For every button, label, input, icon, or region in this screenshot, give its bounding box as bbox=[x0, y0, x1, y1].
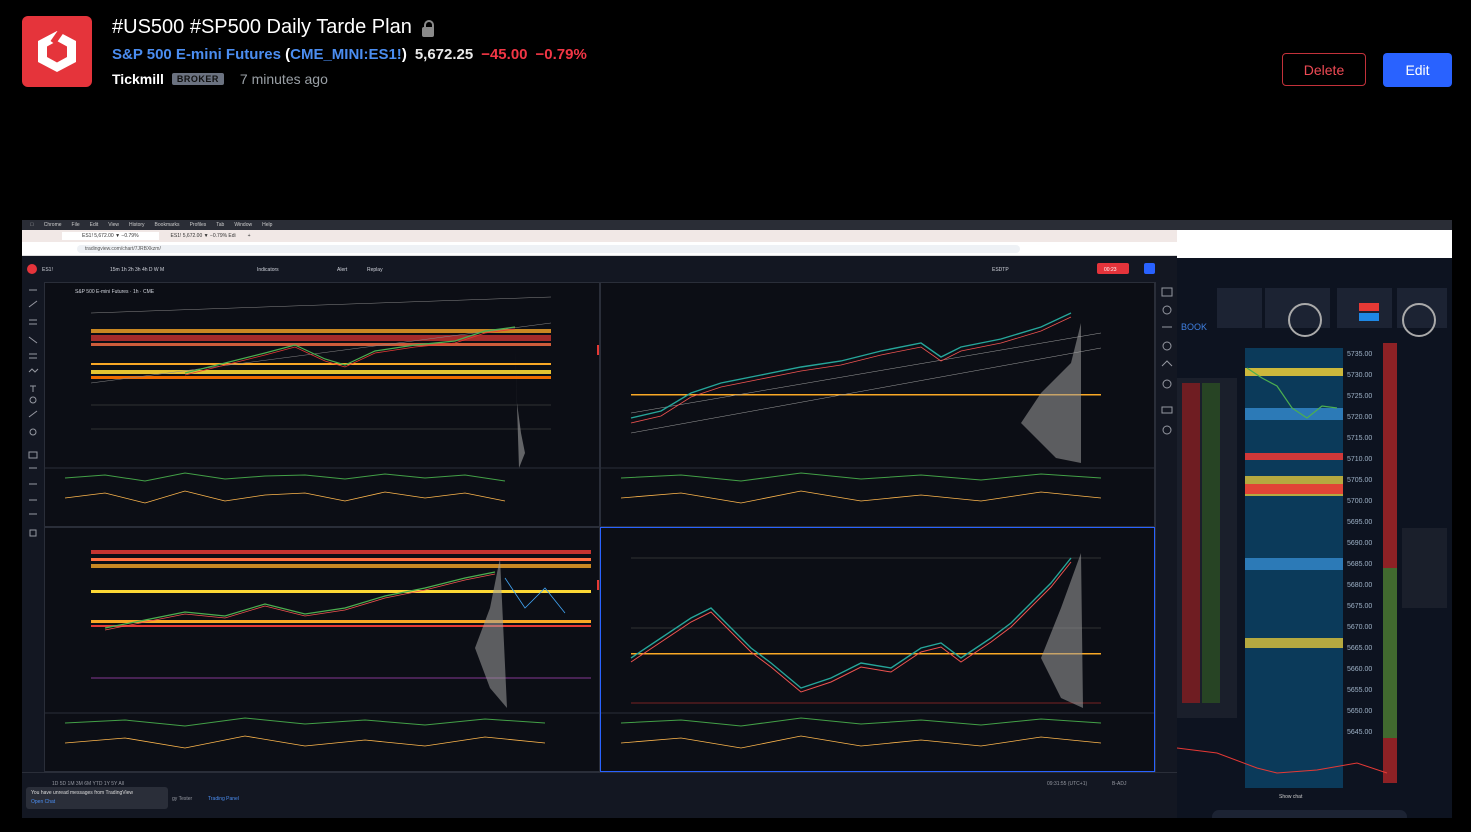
browser-tabs: ES1! 5,672.00 ▼ −0.79% ES1! 5,672.00 ▼ −0… bbox=[22, 230, 1177, 242]
svg-text:5650.00: 5650.00 bbox=[1347, 708, 1372, 715]
svg-text:5645.00: 5645.00 bbox=[1347, 729, 1372, 736]
broker-badge: BROKER bbox=[171, 73, 224, 85]
title-text: #US500 #SP500 Daily Tarde Plan bbox=[112, 16, 412, 38]
symbol-name-link[interactable]: S&P 500 E-mini Futures bbox=[112, 46, 281, 63]
strategy-tester-tab[interactable]: gy Tester bbox=[172, 796, 192, 802]
svg-text:5690.00: 5690.00 bbox=[1347, 540, 1372, 547]
svg-text:00:23: 00:23 bbox=[1104, 267, 1117, 273]
tv-right-sidebar bbox=[1155, 282, 1178, 817]
price-change-pct: −0.79% bbox=[535, 46, 587, 63]
browser-address-bar: tradingview.com/chart/7JRBXkzm/ bbox=[22, 242, 1177, 256]
idea-title: #US500 #SP500 Daily Tarde Plan bbox=[112, 16, 434, 39]
url-text: tradingview.com/chart/7JRBXkzm/ bbox=[77, 245, 1020, 253]
chart-panel-weekly[interactable] bbox=[600, 527, 1155, 772]
ticker-link[interactable]: CME_MINI:ES1! bbox=[290, 46, 402, 63]
chart-panel-1h[interactable]: S&P 500 E-mini Futures · 1h · CME bbox=[44, 282, 600, 527]
trading-panel-tab[interactable]: Trading Panel bbox=[208, 796, 239, 802]
svg-text:5675.00: 5675.00 bbox=[1347, 603, 1372, 610]
svg-text:Alert: Alert bbox=[337, 267, 348, 273]
mac-menu-bar: ChromeFileEditViewHistoryBookmarksProfi… bbox=[22, 220, 1452, 230]
book-label: BOOK bbox=[1181, 322, 1207, 332]
svg-text:5660.00: 5660.00 bbox=[1347, 666, 1372, 673]
tv-bottom-tabs: gy Tester Trading Panel bbox=[22, 792, 1177, 818]
show-chat-label: Show chat bbox=[1279, 794, 1303, 800]
svg-text:5685.00: 5685.00 bbox=[1347, 561, 1372, 568]
toast-text: You have unread messages from TradingVie… bbox=[31, 790, 134, 796]
chart-panel-daily[interactable] bbox=[600, 282, 1155, 527]
svg-text:ESDTP: ESDTP bbox=[992, 267, 1009, 273]
price-change: −45.00 bbox=[481, 46, 528, 63]
svg-text:5710.00: 5710.00 bbox=[1347, 456, 1372, 463]
broker-logo[interactable] bbox=[22, 16, 92, 87]
svg-text:B-ADJ: B-ADJ bbox=[1112, 781, 1127, 787]
orderflow-window[interactable]: BOOK 5735.00 5730.00 5725.00 5720.00 571… bbox=[1177, 230, 1452, 818]
svg-text:5720.00: 5720.00 bbox=[1347, 414, 1372, 421]
svg-text:Replay: Replay bbox=[367, 267, 383, 273]
svg-text:5700.00: 5700.00 bbox=[1347, 498, 1372, 505]
svg-text:5730.00: 5730.00 bbox=[1347, 372, 1372, 379]
tv-top-toolbar: ES1! 15m 1h 2h 3h 4h D W M Indicators Al… bbox=[22, 256, 1177, 283]
open-chat-link[interactable]: Open Chat bbox=[31, 799, 163, 805]
svg-text:5670.00: 5670.00 bbox=[1347, 624, 1372, 631]
svg-text:Indicators: Indicators bbox=[257, 267, 279, 273]
published-time: 7 minutes ago bbox=[239, 71, 328, 87]
symbol-line: S&P 500 E-mini Futures (CME_MINI:ES1!) 5… bbox=[112, 46, 587, 63]
idea-chart-image[interactable]: ChromeFileEditViewHistoryBookmarksProfi… bbox=[22, 220, 1452, 818]
last-price: 5,672.25 bbox=[414, 46, 474, 63]
author-line: Tickmill BROKER 7 minutes ago bbox=[112, 71, 328, 87]
chart-symbol-label: ES1! bbox=[42, 267, 53, 273]
second-browser-bar bbox=[1177, 230, 1452, 258]
svg-text:5725.00: 5725.00 bbox=[1347, 393, 1372, 400]
svg-text:15m 1h 2h 3h 4h D W M: 15m 1h 2h 3h 4h D W M bbox=[110, 267, 164, 273]
svg-text:5705.00: 5705.00 bbox=[1347, 477, 1372, 484]
svg-text:5665.00: 5665.00 bbox=[1347, 645, 1372, 652]
svg-text:5735.00: 5735.00 bbox=[1347, 351, 1372, 358]
chart-panel-4h[interactable] bbox=[44, 527, 600, 772]
unread-messages-toast[interactable]: You have unread messages from TradingVie… bbox=[26, 787, 168, 809]
lock-icon bbox=[421, 19, 434, 37]
tv-timeframe-bar: 1D 5D 1M 3M 6M YTD 1Y 5Y All 09:31:55 (U… bbox=[22, 772, 1177, 793]
svg-text:5680.00: 5680.00 bbox=[1347, 582, 1372, 589]
utc-time: 09:31:55 (UTC+1) bbox=[1047, 781, 1087, 787]
delete-button[interactable]: Delete bbox=[1282, 53, 1366, 86]
edit-button[interactable]: Edit bbox=[1383, 53, 1452, 87]
svg-text:5695.00: 5695.00 bbox=[1347, 519, 1372, 526]
svg-text:5655.00: 5655.00 bbox=[1347, 687, 1372, 694]
tv-drawing-toolbar bbox=[22, 282, 45, 782]
tickmill-logo-icon bbox=[38, 29, 76, 72]
author-name[interactable]: Tickmill bbox=[112, 71, 164, 87]
panel1-title: S&P 500 E-mini Futures · 1h · CME bbox=[75, 289, 155, 295]
svg-text:5715.00: 5715.00 bbox=[1347, 435, 1372, 442]
